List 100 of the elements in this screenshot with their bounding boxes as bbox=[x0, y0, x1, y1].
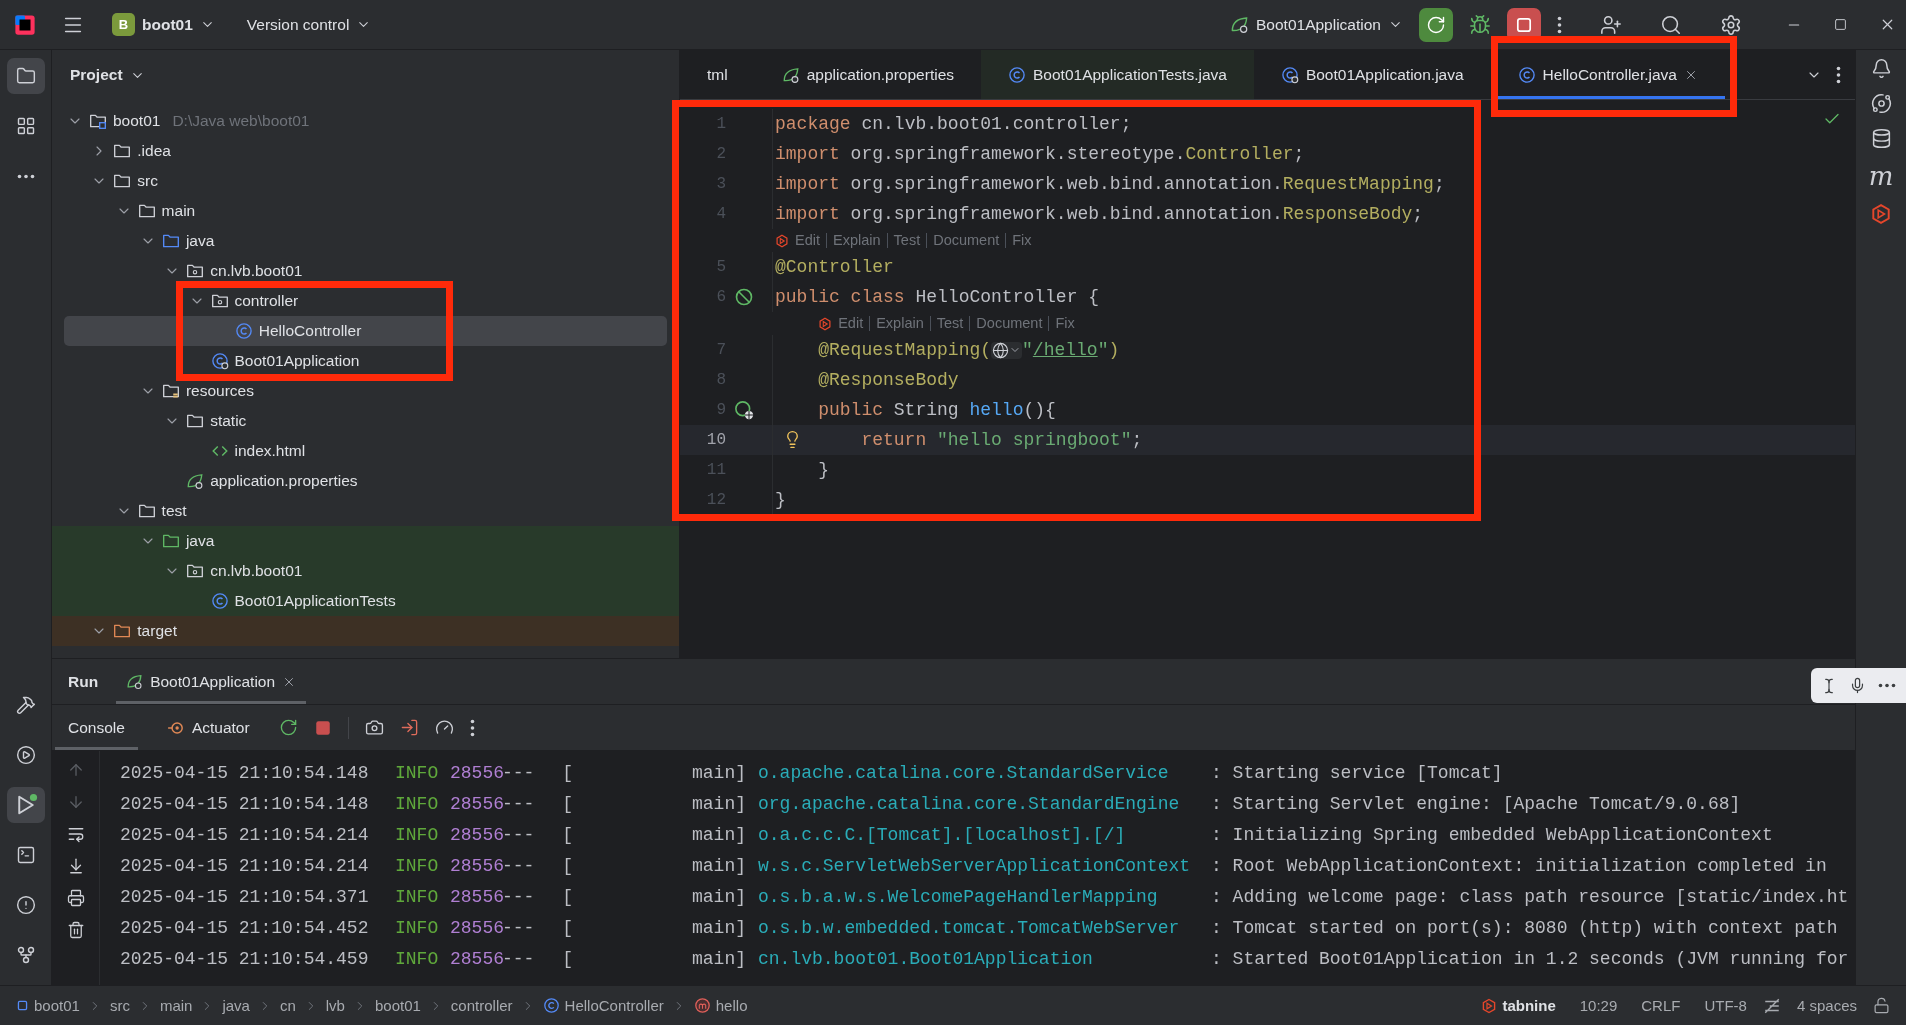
printer-icon[interactable] bbox=[66, 889, 85, 907]
class-icon bbox=[234, 322, 253, 340]
endpoint-icon[interactable] bbox=[734, 400, 754, 420]
class-icon bbox=[210, 592, 229, 610]
code-text: @RequestMapping( bbox=[818, 340, 992, 360]
m-glyph[interactable]: m bbox=[1868, 163, 1894, 189]
tree-item[interactable]: java bbox=[52, 526, 679, 556]
microphone-icon[interactable] bbox=[1849, 677, 1866, 694]
tree-item[interactable]: cn.lvb.boot01 bbox=[52, 256, 679, 286]
tree-item[interactable]: cn.lvb.boot01 bbox=[52, 556, 679, 586]
tree-item[interactable]: main bbox=[52, 196, 679, 226]
editor-tab[interactable]: HelloController.java bbox=[1490, 50, 1725, 99]
tree-item[interactable]: target bbox=[52, 616, 679, 646]
tree-item[interactable]: static bbox=[52, 406, 679, 436]
log-logger: cn.lvb.boot01.Boot01Application bbox=[758, 948, 1094, 969]
breadcrumb[interactable]: controller bbox=[450, 997, 513, 1014]
run-button[interactable] bbox=[6, 787, 45, 823]
more-icon[interactable] bbox=[1878, 683, 1896, 688]
lock-icon[interactable] bbox=[1873, 997, 1890, 1014]
tree-item[interactable]: .idea bbox=[52, 136, 679, 166]
project-view-menu[interactable]: Project bbox=[62, 61, 153, 89]
editor-tab[interactable]: tml bbox=[680, 50, 755, 99]
console-tab[interactable]: Console bbox=[55, 705, 138, 750]
console-tab[interactable]: Actuator bbox=[153, 705, 263, 750]
code-text: package cn.lvb.boot01.controller; bbox=[775, 114, 1132, 134]
more-icon[interactable] bbox=[1836, 65, 1841, 84]
file-encoding[interactable]: UTF-8 bbox=[1696, 997, 1755, 1014]
breadcrumb[interactable]: src bbox=[109, 997, 130, 1014]
log-message: : Started Boot01Application in 1.2 seconds (JVM running for bbox=[1211, 948, 1850, 969]
bug-icon[interactable] bbox=[1469, 13, 1491, 36]
terminal-icon bbox=[15, 845, 36, 865]
wrap-icon[interactable] bbox=[66, 825, 85, 843]
line-separator[interactable]: CRLF bbox=[1633, 997, 1689, 1014]
user-plus-icon[interactable] bbox=[1600, 13, 1622, 36]
breadcrumb[interactable]: main bbox=[159, 997, 193, 1014]
tree-item[interactable]: application.properties bbox=[52, 466, 679, 496]
package-icon bbox=[186, 262, 205, 280]
tree-item[interactable]: src bbox=[52, 166, 679, 196]
indent-setting[interactable]: 4 spaces bbox=[1788, 997, 1865, 1014]
breadcrumb[interactable]: boot01 bbox=[374, 997, 421, 1014]
leaf-icon bbox=[781, 65, 800, 84]
tree-item[interactable]: java bbox=[52, 226, 679, 256]
log-time: 2025-04-15 21:10:54.148 bbox=[120, 762, 370, 783]
run-tab[interactable]: Boot01Application bbox=[116, 659, 307, 704]
breadcrumb[interactable]: lvb bbox=[325, 997, 345, 1014]
tree-item[interactable]: index.html bbox=[52, 436, 679, 466]
spiral-icon[interactable] bbox=[1870, 93, 1892, 114]
gauge-icon[interactable] bbox=[434, 718, 454, 737]
log-pid: 28556 bbox=[450, 793, 502, 814]
more-icon[interactable] bbox=[469, 718, 475, 737]
exit-icon[interactable] bbox=[399, 718, 419, 737]
breadcrumb[interactable]: cn bbox=[279, 997, 296, 1014]
plugin-status[interactable]: tabnine bbox=[1473, 997, 1564, 1014]
editor-tab[interactable]: Boot01ApplicationTests.java bbox=[981, 50, 1254, 99]
more-icon[interactable] bbox=[1557, 15, 1562, 34]
editor-tab[interactable]: Boot01Application.java bbox=[1253, 50, 1491, 99]
caret-position[interactable]: 10:29 bbox=[1571, 997, 1626, 1014]
camera-icon[interactable] bbox=[364, 718, 384, 737]
rerun-icon[interactable] bbox=[278, 718, 298, 737]
project-switcher[interactable]: B boot01 bbox=[104, 8, 223, 41]
tree-item[interactable]: HelloController bbox=[64, 316, 667, 346]
settings-icon[interactable] bbox=[1720, 13, 1742, 36]
maximize-icon[interactable] bbox=[1834, 18, 1847, 31]
tree-item[interactable]: controller bbox=[52, 286, 679, 316]
tree-item[interactable]: Boot01ApplicationTests bbox=[52, 586, 679, 616]
method-icon bbox=[693, 997, 711, 1014]
rerun-button[interactable] bbox=[1419, 7, 1453, 42]
log-level: INFO bbox=[395, 855, 440, 876]
stop-icon[interactable] bbox=[313, 718, 332, 737]
breadcrumb[interactable]: hello bbox=[693, 997, 748, 1014]
folder-button[interactable] bbox=[6, 58, 45, 94]
search-icon[interactable] bbox=[1660, 13, 1682, 36]
trash-icon[interactable] bbox=[66, 921, 85, 939]
tree-item[interactable]: boot01 D:\Java web\boot01 bbox=[52, 106, 679, 136]
tree-item[interactable]: test bbox=[52, 496, 679, 526]
log-level: INFO bbox=[395, 886, 440, 907]
tree-item[interactable]: Boot01Application bbox=[52, 346, 679, 376]
bell-icon[interactable] bbox=[1870, 58, 1892, 79]
more-icon[interactable] bbox=[16, 173, 35, 179]
log-level: INFO bbox=[395, 948, 440, 969]
crossed-indent-icon[interactable] bbox=[1762, 996, 1781, 1015]
lens-link[interactable]: Document bbox=[969, 315, 1049, 332]
editor-tab[interactable]: application.properties bbox=[754, 50, 981, 99]
breadcrumb[interactable]: boot01 bbox=[16, 997, 80, 1014]
run-config-selector[interactable]: Boot01Application bbox=[1222, 10, 1411, 39]
log-logger: o.a.c.c.C.[Tomcat].[localhost].[/] bbox=[758, 824, 1127, 845]
hexagon-icon bbox=[775, 233, 789, 248]
app-logo-icon[interactable] bbox=[14, 13, 36, 36]
code-text: } bbox=[818, 460, 829, 480]
play-circle-icon bbox=[15, 745, 36, 765]
tree-item[interactable]: resources bbox=[52, 376, 679, 406]
vcs-menu[interactable]: Version control bbox=[238, 10, 380, 39]
bean-icon[interactable] bbox=[734, 287, 754, 307]
breadcrumb[interactable]: java bbox=[222, 997, 250, 1014]
breadcrumb[interactable]: HelloController bbox=[542, 997, 664, 1014]
database-icon[interactable] bbox=[1870, 128, 1892, 149]
globe-icon[interactable] bbox=[991, 341, 1023, 359]
log-time: 2025-04-15 21:10:54.214 bbox=[120, 824, 370, 845]
log-message: : Starting Servlet engine: [Apache Tomcat/9.0.68] bbox=[1211, 793, 1742, 814]
log-separator: --- [ bbox=[502, 824, 574, 845]
